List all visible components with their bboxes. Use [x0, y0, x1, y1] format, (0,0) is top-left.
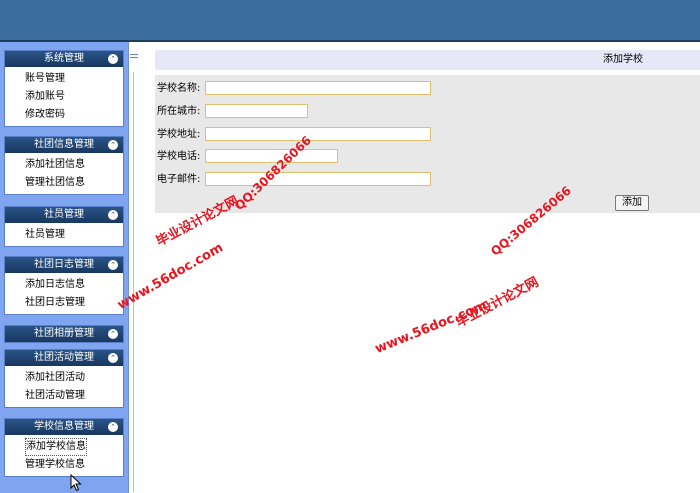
sidebar-item-account-manage[interactable]: 账号管理 — [25, 70, 123, 88]
add-school-form: 学校名称: 所在城市: 学校地址: 学校电话: 电子邮件: 添加 — [155, 75, 700, 213]
row-phone: 学校电话: — [157, 149, 697, 165]
phone-input[interactable] — [205, 149, 338, 163]
panel-header-club-log[interactable]: 社团日志管理 ⌃ — [5, 257, 123, 273]
panel-club-activity: 社团活动管理 ⌃ 添加社团活动 社团活动管理 — [4, 349, 124, 408]
top-banner — [0, 0, 700, 42]
panel-title: 社团活动管理 — [34, 352, 94, 363]
panel-header-system[interactable]: 系统管理 ⌃ — [5, 51, 123, 67]
frame-splitter[interactable] — [128, 42, 141, 493]
form-title-bar: 添加学校 — [155, 50, 700, 70]
sidebar-item-change-password[interactable]: 修改密码 — [25, 106, 123, 124]
label-phone: 学校电话: — [157, 151, 201, 162]
panel-club-album: 社团相册管理 ⌃ — [4, 325, 124, 343]
panel-header-club-info[interactable]: 社团信息管理 ⌃ — [5, 137, 123, 153]
sidebar-item-manage-club[interactable]: 管理社团信息 — [25, 174, 123, 192]
row-address: 学校地址: — [157, 127, 697, 143]
sidebar-item-add-activity[interactable]: 添加社团活动 — [25, 369, 123, 387]
panel-title: 系统管理 — [44, 53, 84, 64]
collapse-icon[interactable]: ⌃ — [108, 54, 118, 64]
collapse-icon[interactable]: ⌃ — [108, 210, 118, 220]
row-school-name: 学校名称: — [157, 81, 697, 97]
page-title: 添加学校 — [603, 54, 643, 65]
address-input[interactable] — [205, 127, 431, 141]
panel-club-log: 社团日志管理 ⌃ 添加日志信息 社团日志管理 — [4, 256, 124, 315]
row-city: 所在城市: — [157, 104, 697, 120]
sidebar: 系统管理 ⌃ 账号管理 添加账号 修改密码 社团信息管理 ⌃ 添加社团信息 管理… — [0, 42, 128, 493]
collapse-icon[interactable]: ⌃ — [108, 422, 118, 432]
sidebar-item-manage-log[interactable]: 社团日志管理 — [25, 294, 123, 312]
sidebar-item-manage-school[interactable]: 管理学校信息 — [25, 456, 123, 474]
sidebar-item-member-manage[interactable]: 社员管理 — [25, 226, 123, 244]
city-input[interactable] — [205, 104, 308, 118]
row-email: 电子邮件: — [157, 172, 697, 188]
panel-title: 社员管理 — [44, 209, 84, 220]
label-email: 电子邮件: — [157, 174, 201, 185]
sidebar-item-add-account[interactable]: 添加账号 — [25, 88, 123, 106]
sidebar-item-add-club[interactable]: 添加社团信息 — [25, 156, 123, 174]
collapse-icon[interactable]: ⌃ — [108, 260, 118, 270]
panel-header-club-album[interactable]: 社团相册管理 ⌃ — [5, 326, 123, 342]
collapse-icon[interactable]: ⌃ — [108, 140, 118, 150]
panel-header-school-info[interactable]: 学校信息管理 ⌃ — [5, 419, 123, 435]
splitter-track — [133, 72, 134, 492]
label-school-name: 学校名称: — [157, 83, 201, 94]
panel-header-members[interactable]: 社员管理 ⌃ — [5, 207, 123, 223]
panel-header-club-activity[interactable]: 社团活动管理 ⌃ — [5, 350, 123, 366]
label-city: 所在城市: — [157, 106, 201, 117]
panel-club-info: 社团信息管理 ⌃ 添加社团信息 管理社团信息 — [4, 136, 124, 195]
panel-title: 社团信息管理 — [34, 139, 94, 150]
panel-title: 学校信息管理 — [34, 421, 94, 432]
label-address: 学校地址: — [157, 129, 201, 140]
mouse-pointer-icon — [70, 474, 82, 492]
email-input[interactable] — [205, 172, 431, 186]
sidebar-item-manage-activity[interactable]: 社团活动管理 — [25, 387, 123, 405]
add-button[interactable]: 添加 — [615, 195, 649, 211]
panel-system: 系统管理 ⌃ 账号管理 添加账号 修改密码 — [4, 50, 124, 127]
sidebar-item-add-school[interactable]: 添加学校信息 — [25, 438, 87, 456]
collapse-icon[interactable]: ⌃ — [108, 329, 118, 339]
panel-members: 社员管理 ⌃ 社员管理 — [4, 206, 124, 247]
panel-title: 社团日志管理 — [34, 259, 94, 270]
panel-title: 社团相册管理 — [34, 328, 94, 339]
panel-school-info: 学校信息管理 ⌃ 添加学校信息 管理学校信息 — [4, 418, 124, 477]
sidebar-item-add-log[interactable]: 添加日志信息 — [25, 276, 123, 294]
watermark-name: 毕业设计论文网 — [453, 274, 542, 331]
collapse-icon[interactable]: ⌃ — [108, 353, 118, 363]
school-name-input[interactable] — [205, 81, 431, 95]
splitter-grip-icon[interactable] — [130, 54, 138, 58]
